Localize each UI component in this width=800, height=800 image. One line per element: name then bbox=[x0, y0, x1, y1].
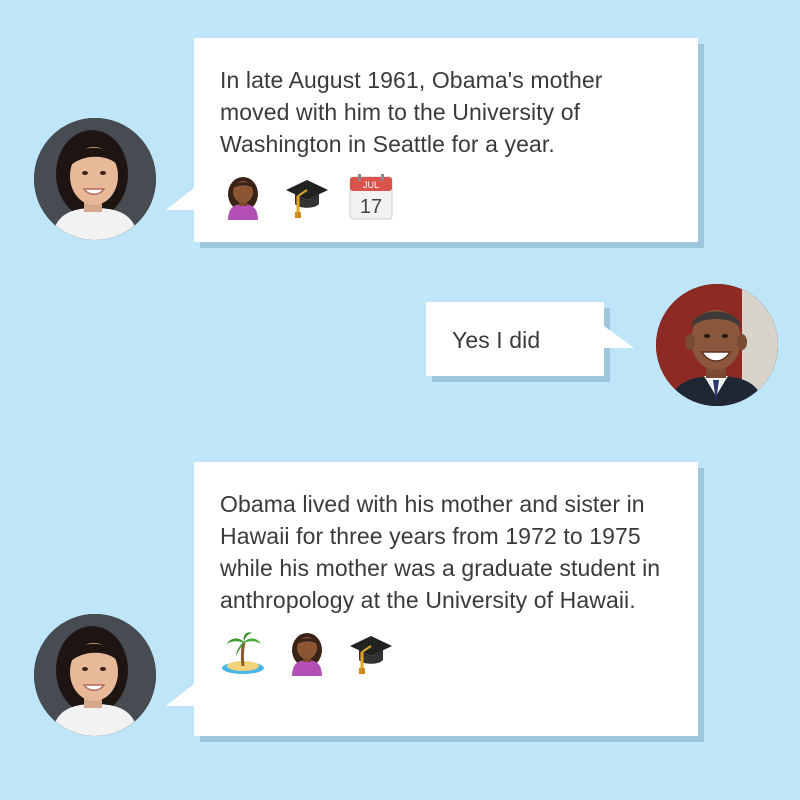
woman-icon bbox=[220, 174, 266, 220]
island-icon bbox=[220, 630, 266, 676]
emoji-row: JUL 17 bbox=[220, 174, 672, 220]
emoji-row bbox=[220, 630, 672, 676]
woman-icon bbox=[284, 630, 330, 676]
bubble-tail bbox=[166, 684, 194, 706]
avatar-woman bbox=[34, 614, 156, 736]
bubble-tail bbox=[166, 188, 194, 210]
bubble-tail bbox=[604, 326, 634, 348]
calendar-icon: JUL 17 bbox=[348, 174, 394, 220]
message-text: Yes I did bbox=[452, 327, 541, 353]
calendar-month: JUL bbox=[363, 180, 379, 190]
graduation-cap-icon bbox=[284, 174, 330, 220]
calendar-day: 17 bbox=[360, 196, 382, 218]
graduation-cap-icon bbox=[348, 630, 394, 676]
message-bubble: In late August 1961, Obama's mother move… bbox=[166, 38, 698, 242]
avatar-woman bbox=[34, 118, 156, 240]
message-bubble: Obama lived with his mother and sister i… bbox=[166, 462, 698, 736]
chat-thread: In late August 1961, Obama's mother move… bbox=[0, 0, 800, 800]
reply-bubble: Yes I did bbox=[426, 302, 634, 376]
message-text: In late August 1961, Obama's mother move… bbox=[220, 67, 603, 157]
message-text: Obama lived with his mother and sister i… bbox=[220, 491, 661, 613]
avatar-obama bbox=[656, 284, 778, 406]
